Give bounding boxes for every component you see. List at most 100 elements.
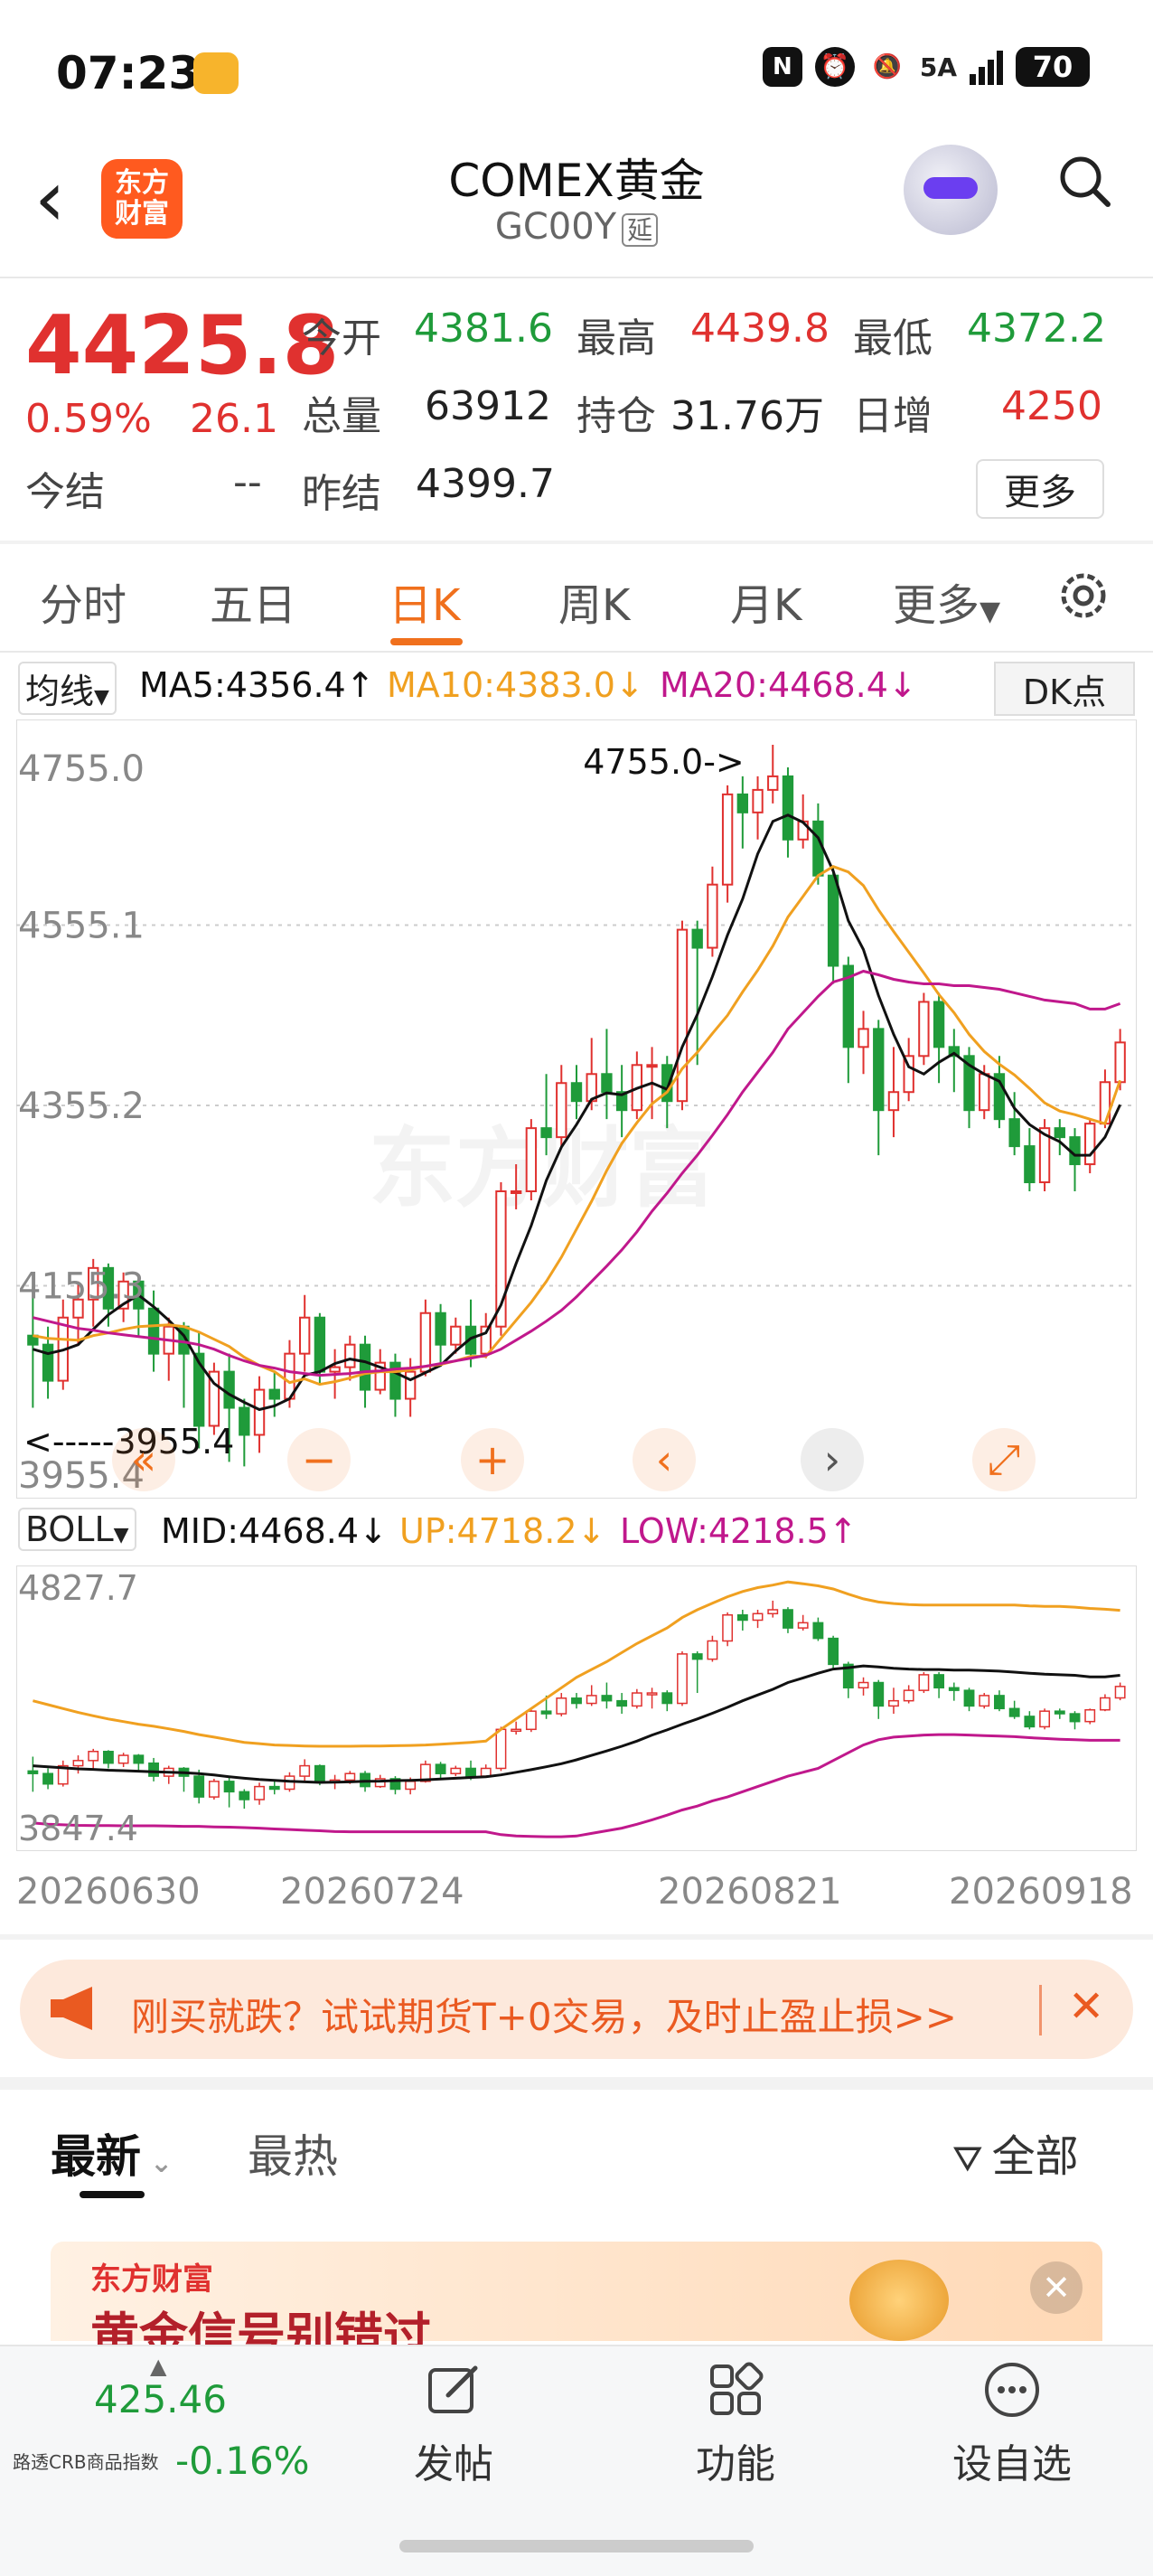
- caret-down-icon: ▼: [94, 686, 109, 709]
- candle: [359, 1343, 371, 1391]
- index-value[interactable]: 425.46: [94, 2377, 227, 2421]
- tab-latest[interactable]: 最新 ⌄: [51, 2120, 173, 2186]
- functions-button[interactable]: 功能: [663, 2431, 808, 2489]
- boll-candle: [1039, 1710, 1051, 1728]
- boll-up: UP:4718.2↓: [399, 1511, 606, 1551]
- active-tab-indicator: [390, 638, 463, 645]
- daily-increase-value: 4250: [1001, 383, 1102, 429]
- tab-daily-k[interactable]: 日K: [389, 569, 460, 633]
- more-quote-button[interactable]: 更多: [976, 459, 1104, 519]
- tab-weekly-k[interactable]: 周K: [558, 569, 630, 633]
- candle: [298, 1316, 311, 1355]
- active-tab-indicator: [80, 2191, 145, 2198]
- megaphone-icon: [51, 1987, 92, 2030]
- gear-icon[interactable]: [1052, 564, 1115, 627]
- tab-more[interactable]: 更多▼: [893, 569, 1000, 633]
- index-name[interactable]: 路透CRB商品指数: [13, 2448, 159, 2474]
- divider: [0, 651, 1153, 653]
- tab-monthly-k[interactable]: 月K: [730, 569, 801, 633]
- add-watchlist-button[interactable]: 设自选: [940, 2431, 1084, 2489]
- boll-candle: [1100, 1697, 1111, 1711]
- boll-candle: [933, 1674, 945, 1689]
- search-icon[interactable]: [1055, 152, 1113, 210]
- boll-chart[interactable]: 4827.7 3847.4: [16, 1565, 1137, 1851]
- index-change[interactable]: -0.16%: [175, 2439, 310, 2483]
- boll-candle: [873, 1681, 885, 1707]
- tab-latest-label: 最新: [51, 2130, 141, 2183]
- candle: [1084, 1123, 1096, 1166]
- date-label: 20260724: [280, 1871, 464, 1913]
- boll-candle: [193, 1775, 205, 1798]
- boll-candle: [72, 1760, 84, 1767]
- zoom-out-button[interactable]: −: [287, 1428, 351, 1491]
- boll-candle: [586, 1695, 597, 1705]
- close-icon[interactable]: ✕: [1068, 1981, 1104, 2032]
- assistant-robot-icon[interactable]: [904, 145, 998, 235]
- network-type: 5A: [919, 52, 957, 82]
- candle: [435, 1312, 446, 1346]
- open-interest-label: 持仓: [576, 393, 656, 439]
- boll-candle: [646, 1692, 658, 1696]
- candle: [736, 793, 749, 813]
- candle: [404, 1370, 417, 1400]
- candle: [933, 1001, 945, 1048]
- candle: [812, 820, 824, 877]
- boll-candle: [677, 1653, 688, 1705]
- settle-value: --: [233, 459, 262, 505]
- fullscreen-button[interactable]: ⤢: [972, 1428, 1036, 1491]
- y-tick-label: 4755.0: [18, 748, 145, 790]
- ma10-value: MA10:4383.0↓: [387, 665, 644, 705]
- caret-up-icon: ▲: [150, 2354, 167, 2379]
- scroll-left-button[interactable]: ‹: [633, 1428, 696, 1491]
- boll-candle: [888, 1699, 899, 1707]
- tab-more-label: 更多: [893, 580, 980, 631]
- divider: [0, 1934, 1153, 1940]
- boll-candle: [812, 1622, 824, 1640]
- kline-chart[interactable]: 东方财富 4755.04555.14355.24155.33955.4 4755…: [16, 719, 1137, 1499]
- ma-select[interactable]: 均线▼: [18, 662, 117, 715]
- boll-candle: [344, 1772, 356, 1782]
- alarm-icon: ⏰: [814, 47, 855, 87]
- caret-down-icon: ▼: [113, 1524, 129, 1547]
- boll-candle: [994, 1695, 1005, 1710]
- candle: [646, 1064, 658, 1068]
- post-button[interactable]: 发帖: [381, 2431, 526, 2489]
- open-interest-value: 31.76万: [670, 393, 824, 439]
- nfc-icon: N: [762, 47, 802, 87]
- tab-five-day[interactable]: 五日: [210, 569, 296, 633]
- candle: [1054, 1127, 1065, 1139]
- boll-candle: [435, 1763, 446, 1774]
- tab-intraday[interactable]: 分时: [40, 569, 127, 633]
- candle: [691, 928, 703, 949]
- boll-candle: [239, 1791, 250, 1800]
- boll-candle: [148, 1762, 159, 1777]
- dk-point-button[interactable]: DK点: [994, 662, 1135, 716]
- boll-select[interactable]: BOLL▼: [18, 1508, 136, 1551]
- candle: [721, 793, 734, 886]
- filter-button[interactable]: ⛛ 全部: [952, 2120, 1079, 2184]
- section-divider: [0, 2077, 1153, 2090]
- caret-down-icon: ▼: [980, 596, 1001, 627]
- promo-brand: 东方财富: [90, 2261, 213, 2298]
- rewind-button[interactable]: «: [112, 1428, 175, 1491]
- grid-icon[interactable]: [707, 2361, 764, 2419]
- boll-candle: [858, 1681, 869, 1689]
- boll-y-max: 4827.7: [18, 1568, 138, 1608]
- candle: [525, 1127, 538, 1193]
- boll-candle: [1008, 1707, 1020, 1717]
- boll-candle: [1054, 1710, 1065, 1715]
- boll-candle: [495, 1728, 507, 1770]
- zoom-in-button[interactable]: +: [461, 1428, 524, 1491]
- banner-text[interactable]: 刚买就跌？试试期货T+0交易，及时止盈止损>>: [131, 1987, 957, 2042]
- promo-close-icon[interactable]: ✕: [1030, 2261, 1083, 2314]
- boll-candle: [133, 1754, 145, 1764]
- boll-candle: [465, 1767, 476, 1777]
- low-label: 最低: [853, 315, 933, 362]
- high-value: 4439.8: [690, 306, 830, 352]
- more-icon[interactable]: [983, 2361, 1041, 2419]
- candle: [223, 1370, 235, 1409]
- tab-hot[interactable]: 最热: [248, 2120, 338, 2186]
- scroll-right-button[interactable]: ›: [801, 1428, 864, 1491]
- candle: [858, 1028, 869, 1048]
- edit-icon[interactable]: [425, 2361, 483, 2419]
